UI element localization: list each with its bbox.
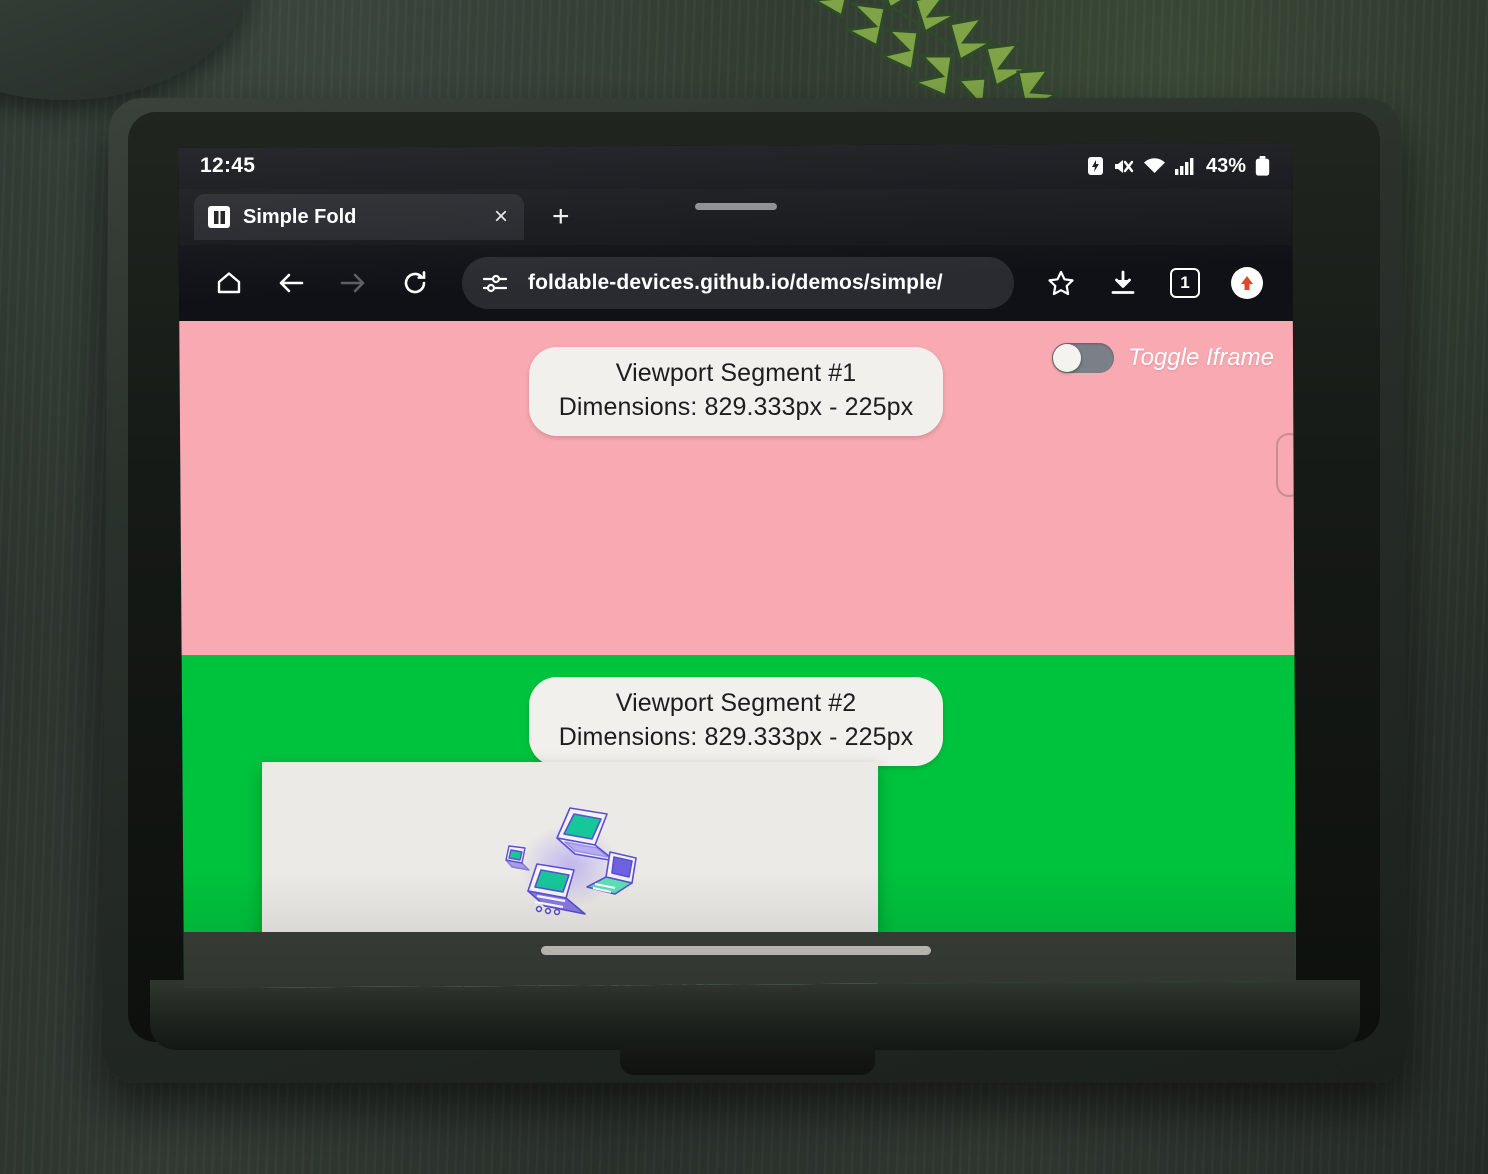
segment-1-dimensions: Dimensions: 829.333px - 225px bbox=[558, 393, 914, 421]
back-button[interactable] bbox=[264, 256, 318, 310]
star-icon bbox=[1048, 270, 1074, 296]
update-arrow-icon bbox=[1241, 276, 1253, 290]
forward-button[interactable] bbox=[326, 256, 380, 310]
url-text: foldable-devices.github.io/demos/simple/ bbox=[528, 271, 943, 294]
profile-update-icon bbox=[1231, 267, 1263, 299]
battery-icon bbox=[1255, 156, 1270, 176]
reload-button[interactable] bbox=[388, 256, 442, 310]
mute-icon bbox=[1114, 159, 1134, 173]
toggle-knob bbox=[1053, 344, 1082, 372]
battery-saver-icon bbox=[1087, 157, 1103, 175]
foldable-devices-illustration bbox=[262, 788, 878, 938]
bookmark-button[interactable] bbox=[1034, 256, 1088, 310]
gesture-nav-pill[interactable] bbox=[541, 946, 931, 955]
forward-arrow-icon bbox=[340, 273, 365, 293]
segment-2-dimensions: Dimensions: 829.333px - 225px bbox=[558, 722, 914, 751]
segment-2-info-pill: Viewport Segment #2 Dimensions: 829.333p… bbox=[528, 676, 944, 766]
tab-title: Simple Fold bbox=[243, 205, 357, 228]
web-page-content: Viewport Segment #1 Dimensions: 829.333p… bbox=[178, 321, 1296, 988]
tab-switcher-button[interactable]: 1 bbox=[1158, 256, 1212, 310]
close-tab-icon[interactable]: × bbox=[494, 205, 508, 229]
window-drag-handle[interactable] bbox=[695, 203, 777, 210]
home-icon bbox=[217, 272, 241, 294]
tune-icon bbox=[482, 274, 508, 293]
address-bar[interactable]: foldable-devices.github.io/demos/simple/ bbox=[462, 257, 1014, 309]
photo-scene: 12:45 43% Simple Fold × + foldable-devic… bbox=[0, 0, 1488, 1174]
device-hinge-notch bbox=[620, 1045, 875, 1075]
cellular-signal-icon bbox=[1174, 158, 1194, 175]
download-icon bbox=[1111, 270, 1135, 294]
home-button[interactable] bbox=[202, 256, 256, 310]
profile-button[interactable] bbox=[1220, 256, 1274, 310]
back-arrow-icon bbox=[279, 273, 304, 293]
toggle-iframe-switch[interactable] bbox=[1052, 343, 1115, 373]
segment-1-info-pill: Viewport Segment #1 Dimensions: 829.333p… bbox=[528, 347, 944, 436]
reload-icon bbox=[404, 271, 426, 294]
status-bar: 12:45 43% bbox=[178, 143, 1296, 189]
battery-percent-label: 43% bbox=[1205, 154, 1246, 177]
simple-fold-favicon bbox=[208, 206, 230, 228]
viewport-segment-1: Viewport Segment #1 Dimensions: 829.333p… bbox=[178, 321, 1296, 655]
device-hinge bbox=[150, 980, 1360, 1050]
device-screen: 12:45 43% Simple Fold × + foldable-devic… bbox=[178, 143, 1296, 988]
tab-strip: Simple Fold × + bbox=[178, 189, 1296, 245]
wifi-icon bbox=[1143, 158, 1165, 173]
new-tab-icon[interactable]: + bbox=[552, 202, 570, 232]
download-button[interactable] bbox=[1096, 256, 1150, 310]
browser-tab[interactable]: Simple Fold × bbox=[194, 194, 524, 240]
toggle-iframe-control[interactable]: Toggle Iframe bbox=[1052, 343, 1274, 373]
browser-toolbar: foldable-devices.github.io/demos/simple/… bbox=[178, 245, 1296, 321]
tab-count-label: 1 bbox=[1170, 268, 1200, 298]
toggle-iframe-label: Toggle Iframe bbox=[1128, 344, 1274, 371]
status-clock: 12:45 bbox=[200, 154, 256, 177]
edge-swipe-hint bbox=[1276, 433, 1296, 497]
status-icon-group: 43% bbox=[1087, 155, 1270, 178]
plant-pot bbox=[0, 0, 250, 100]
gesture-nav-bar bbox=[178, 932, 1296, 988]
segment-1-title: Viewport Segment #1 bbox=[615, 359, 857, 387]
segment-2-title: Viewport Segment #2 bbox=[615, 688, 857, 717]
